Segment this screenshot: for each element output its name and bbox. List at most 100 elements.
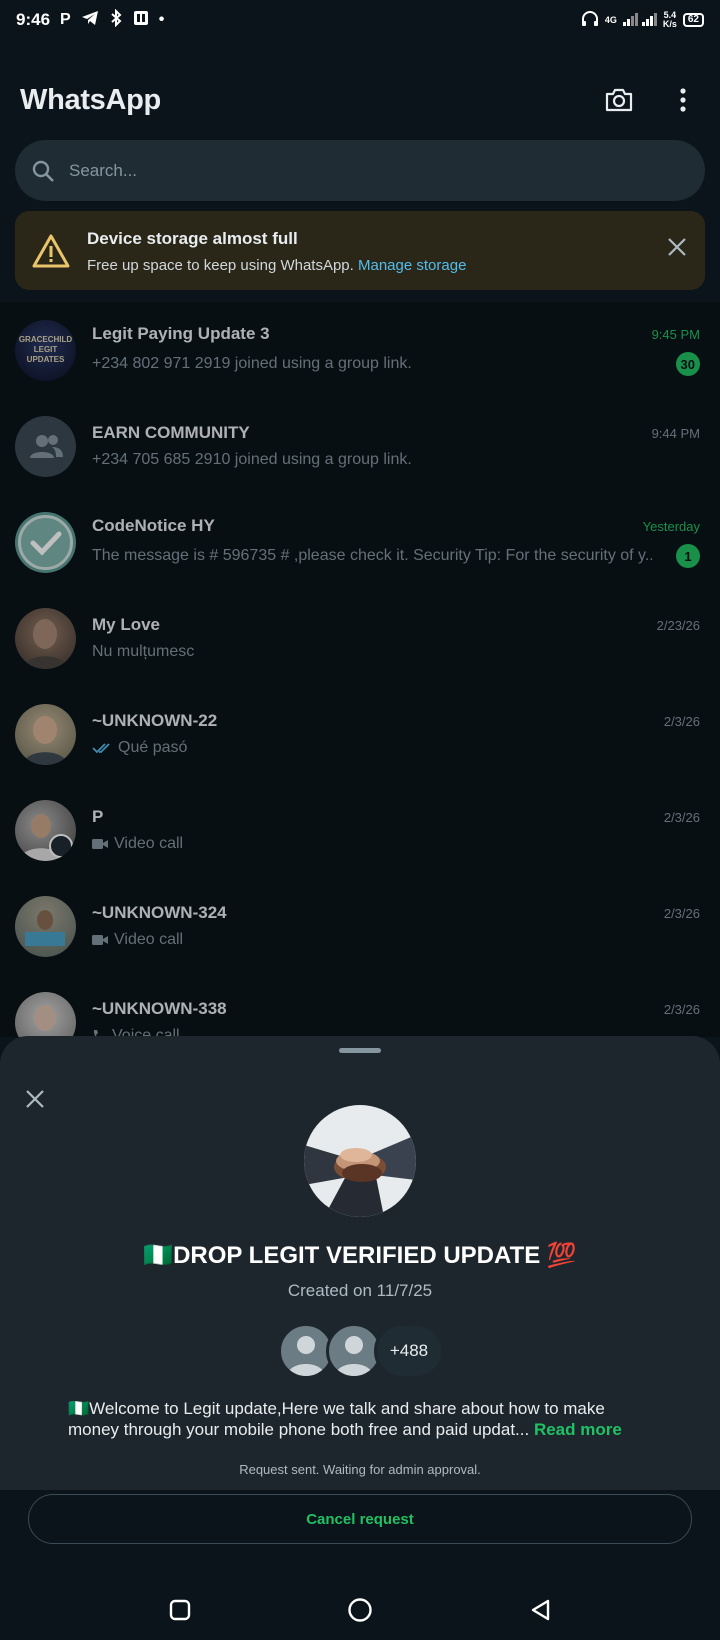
member-count-badge: +488 xyxy=(374,1323,444,1379)
chat-time: 2/3/26 xyxy=(663,1001,700,1017)
chat-top: My Love 2/23/26 xyxy=(92,615,700,635)
status-right: 4G 5.4 K/s 62 xyxy=(581,11,704,30)
app-title: WhatsApp xyxy=(20,83,161,116)
default-avatar-icon xyxy=(335,1336,373,1376)
chat-body: Legit Paying Update 3 9:45 PM +234 802 9… xyxy=(92,324,700,376)
chat-top: Legit Paying Update 3 9:45 PM xyxy=(92,324,700,344)
network-speed: 5.4 K/s xyxy=(663,11,677,29)
group-icon xyxy=(29,435,63,458)
chat-row[interactable]: GRACECHILD LEGIT UPDATES Legit Paying Up… xyxy=(0,302,720,398)
signal-icon xyxy=(622,12,657,29)
status-time: 9:46 xyxy=(16,10,51,29)
camera-icon xyxy=(605,88,633,112)
chat-name: ~UNKNOWN-324 xyxy=(92,903,227,922)
bluetooth-icon xyxy=(109,8,123,32)
banner-title: Device storage almost full xyxy=(87,229,298,248)
home-button[interactable] xyxy=(338,1588,382,1632)
avatar-text-line-1: GRACECHILD xyxy=(18,335,73,344)
chat-bottom: Qué pasó xyxy=(92,739,700,757)
chat-bottom: +234 705 685 2910 joined using a group l… xyxy=(92,451,700,469)
chat-top: ~UNKNOWN-22 2/3/26 xyxy=(92,711,700,731)
telegram-icon xyxy=(81,10,99,31)
checkmark-icon xyxy=(18,514,73,570)
chat-list: GRACECHILD LEGIT UPDATES Legit Paying Up… xyxy=(0,302,720,1037)
sheet-close-button[interactable] xyxy=(22,1086,48,1112)
chat-body: ~UNKNOWN-22 2/3/26 Qué pasó xyxy=(92,711,700,757)
group-invite-sheet: 🇳🇬DROP LEGIT VERIFIED UPDATE 💯 Created o… xyxy=(0,1036,720,1490)
chat-body: ~UNKNOWN-338 2/3/26 Voice call xyxy=(92,999,700,1037)
headphones-icon xyxy=(581,10,599,30)
status-bar: 9:46 P • 4G 5.4 K/s 62 xyxy=(0,0,720,40)
parking-icon: P xyxy=(60,11,71,28)
person-photo-icon xyxy=(25,909,65,946)
avatar xyxy=(15,895,76,957)
chat-bottom: +234 802 971 2919 joined using a group l… xyxy=(92,352,700,376)
chat-body: My Love 2/23/26 Nu mulțumesc xyxy=(92,615,700,661)
group-description: 🇳🇬Welcome to Legit update,Here we talk a… xyxy=(68,1398,658,1440)
banner-close-button[interactable] xyxy=(665,235,689,259)
chat-row[interactable]: EARN COMMUNITY 9:44 PM +234 705 685 2910… xyxy=(0,398,720,494)
chat-bottom: Video call xyxy=(92,931,700,949)
chat-last-message: The message is # 596735 # ,please check … xyxy=(92,547,652,564)
person-photo-icon xyxy=(34,1004,56,1031)
back-icon xyxy=(531,1599,550,1621)
search-bar[interactable] xyxy=(15,140,705,201)
chat-time: 2/3/26 xyxy=(663,713,700,729)
avatar xyxy=(15,799,76,861)
chat-row[interactable]: ~UNKNOWN-324 2/3/26 Video call xyxy=(0,878,720,974)
chat-time: 9:45 PM xyxy=(651,326,700,342)
chat-name: ~UNKNOWN-22 xyxy=(92,711,218,730)
avatar-text-line-2: LEGIT UPDATES xyxy=(26,345,65,364)
banner-message: Free up space to keep using WhatsApp. xyxy=(87,257,354,274)
video-call-icon xyxy=(92,839,108,849)
chat-time: 9:44 PM xyxy=(651,425,700,441)
chat-body: EARN COMMUNITY 9:44 PM +234 705 685 2910… xyxy=(92,423,700,469)
cancel-request-button[interactable]: Cancel request xyxy=(28,1494,692,1544)
more-options-button[interactable] xyxy=(666,83,700,117)
status-left: 9:46 P • xyxy=(16,8,165,32)
close-icon xyxy=(668,238,686,256)
default-avatar-icon xyxy=(287,1336,325,1376)
recent-apps-button[interactable] xyxy=(158,1588,202,1632)
chat-body: CodeNotice HY Yesterday The message is #… xyxy=(92,516,700,568)
unread-badge: 1 xyxy=(676,544,700,568)
camera-button[interactable] xyxy=(602,83,636,117)
sheet-drag-handle[interactable] xyxy=(339,1048,381,1053)
close-icon xyxy=(26,1090,44,1108)
group-created-date: Created on 11/7/25 xyxy=(287,1281,433,1300)
unread-badge: 30 xyxy=(675,352,700,376)
chat-name: EARN COMMUNITY xyxy=(92,423,250,442)
app-notification-icon xyxy=(133,10,149,31)
chat-name: ~UNKNOWN-338 xyxy=(92,999,227,1018)
chat-last-message: Video call xyxy=(114,835,184,852)
person-photo-icon xyxy=(19,813,73,861)
chat-top: CodeNotice HY Yesterday xyxy=(92,516,700,536)
manage-storage-link[interactable]: Manage storage xyxy=(358,257,466,274)
warning-icon xyxy=(32,234,70,268)
person-photo-icon xyxy=(23,618,68,669)
chat-name: P xyxy=(92,807,104,826)
chat-row[interactable]: ~UNKNOWN-22 2/3/26 Qué pasó xyxy=(0,686,720,782)
header-actions xyxy=(602,83,700,117)
chat-top: ~UNKNOWN-338 2/3/26 xyxy=(92,999,700,1019)
read-more-link[interactable]: Read more xyxy=(534,1420,622,1439)
group-photo xyxy=(304,1105,416,1217)
chat-time: Yesterday xyxy=(642,518,700,534)
chat-top: ~UNKNOWN-324 2/3/26 xyxy=(92,903,700,923)
group-members-preview: +488 xyxy=(278,1323,444,1379)
request-status-text: Request sent. Waiting for admin approval… xyxy=(239,1462,481,1477)
group-description-text: 🇳🇬Welcome to Legit update,Here we talk a… xyxy=(68,1399,605,1439)
more-notifications-dot-icon: • xyxy=(158,11,165,28)
search-input[interactable] xyxy=(69,160,629,181)
chat-row[interactable]: ~UNKNOWN-338 2/3/26 Voice call xyxy=(0,974,720,1037)
chat-row[interactable]: P 2/3/26 Video call xyxy=(0,782,720,878)
battery-indicator: 62 xyxy=(682,13,704,27)
chat-row[interactable]: My Love 2/23/26 Nu mulțumesc xyxy=(0,590,720,686)
back-button[interactable] xyxy=(518,1588,562,1632)
chat-row[interactable]: CodeNotice HY Yesterday The message is #… xyxy=(0,494,720,590)
recent-apps-icon xyxy=(169,1599,191,1621)
network-speed-unit: K/s xyxy=(662,19,677,29)
chat-top: P 2/3/26 xyxy=(92,807,700,827)
chat-last-message: Nu mulțumesc xyxy=(92,643,195,660)
chat-name: CodeNotice HY xyxy=(92,516,215,535)
